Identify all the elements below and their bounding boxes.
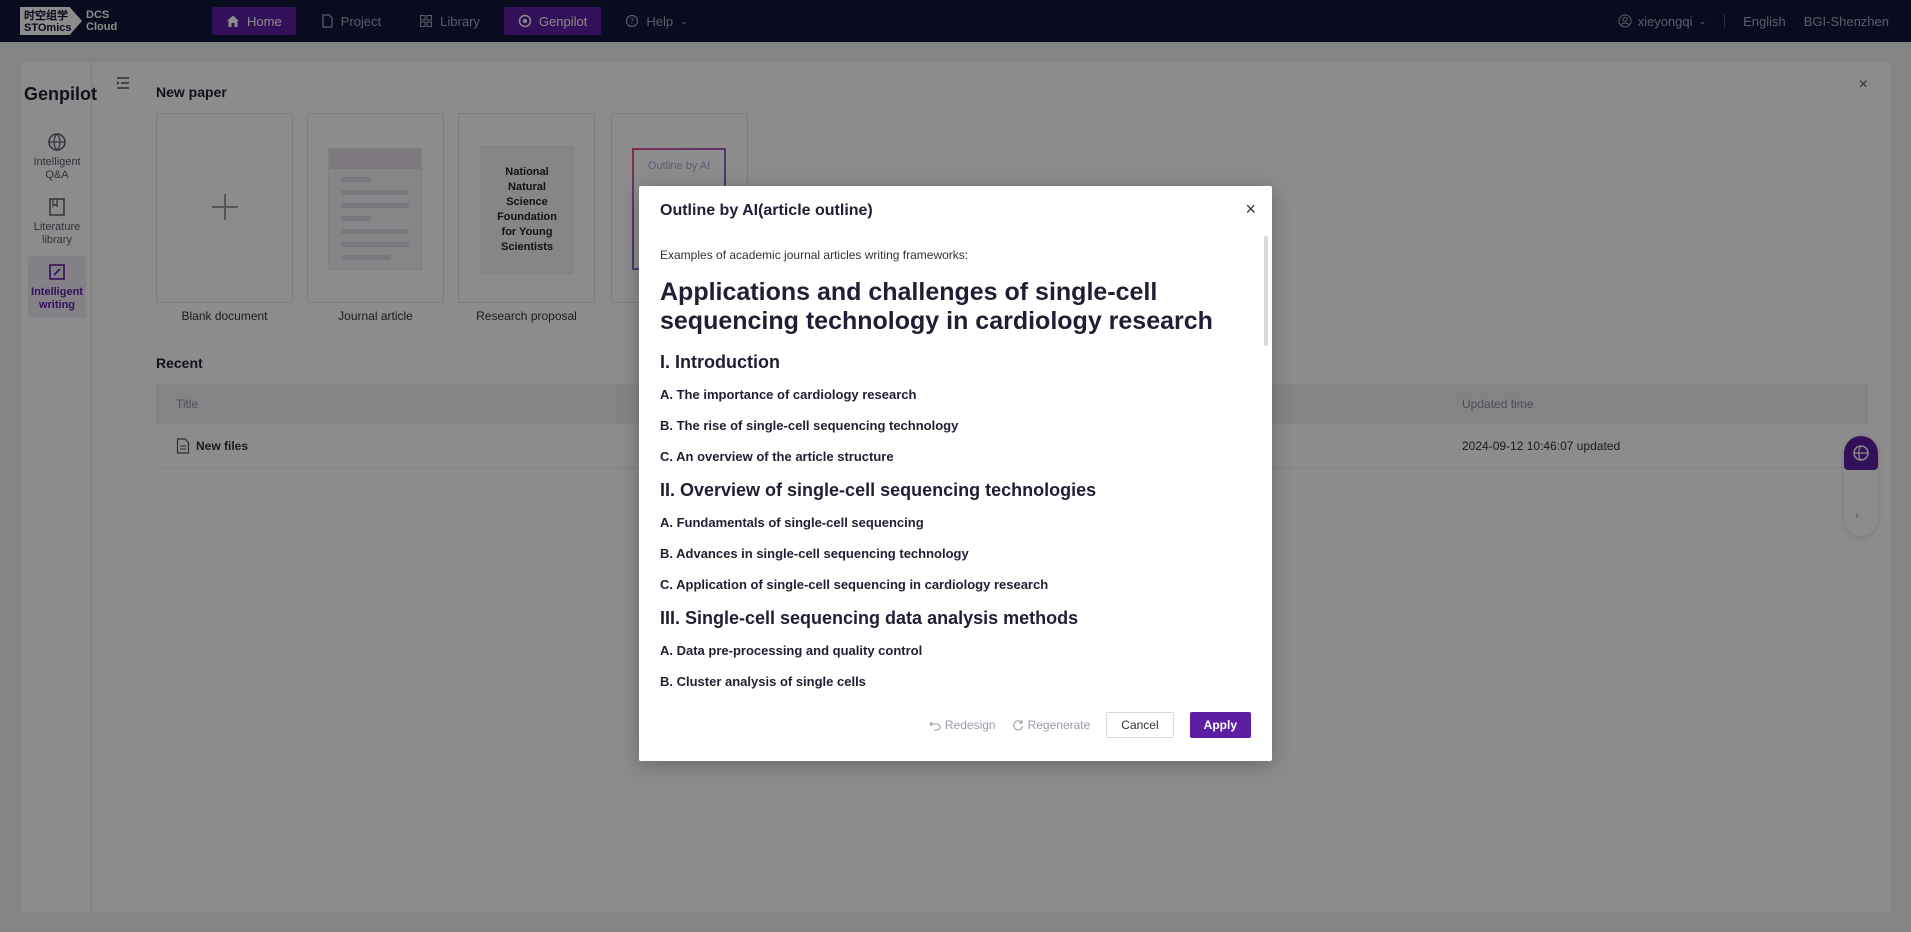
outline-section-title: I. Introduction xyxy=(660,352,780,372)
dialog-intro: Examples of academic journal articles wr… xyxy=(660,248,969,262)
apply-button[interactable]: Apply xyxy=(1189,712,1251,738)
outline-item: A. Data pre-processing and quality contr… xyxy=(660,643,923,658)
outline-item: B. The rise of single-cell sequencing te… xyxy=(660,418,959,433)
outline-item: B. Cluster analysis of single cells xyxy=(660,674,866,689)
regenerate-button[interactable]: Regenerate xyxy=(1012,718,1091,732)
outline-item: C. An overview of the article structure xyxy=(660,449,894,464)
regenerate-label: Regenerate xyxy=(1027,718,1091,732)
dialog-close-icon[interactable]: × xyxy=(1245,200,1256,218)
outline-section-title: II. Overview of single-cell sequencing t… xyxy=(660,480,1097,500)
dialog-title: Outline by AI(article outline) xyxy=(660,202,873,219)
outline-item: A. Fundamentals of single-cell sequencin… xyxy=(660,515,924,530)
outline-dialog: Outline by AI(article outline) × Example… xyxy=(639,186,1272,761)
modal-overlay-top xyxy=(0,0,1911,42)
dialog-footer: Redesign Regenerate Cancel Apply xyxy=(929,712,1251,738)
redesign-label: Redesign xyxy=(944,718,996,732)
cancel-button[interactable]: Cancel xyxy=(1106,712,1174,738)
refresh-icon xyxy=(1012,720,1023,731)
outline-item: A. The importance of cardiology research xyxy=(660,387,917,402)
outline-item: C. Application of single-cell sequencing… xyxy=(660,577,1049,592)
outline-section-title: III. Single-cell sequencing data analysi… xyxy=(660,608,1079,628)
outline-heading: Applications and challenges of single-ce… xyxy=(660,278,1213,335)
dialog-scrollbar[interactable] xyxy=(1264,236,1268,346)
redesign-button[interactable]: Redesign xyxy=(929,718,996,732)
undo-icon xyxy=(929,721,941,731)
dialog-body: Examples of academic journal articles wr… xyxy=(660,244,1250,700)
outline-item: B. Advances in single-cell sequencing te… xyxy=(660,546,969,561)
